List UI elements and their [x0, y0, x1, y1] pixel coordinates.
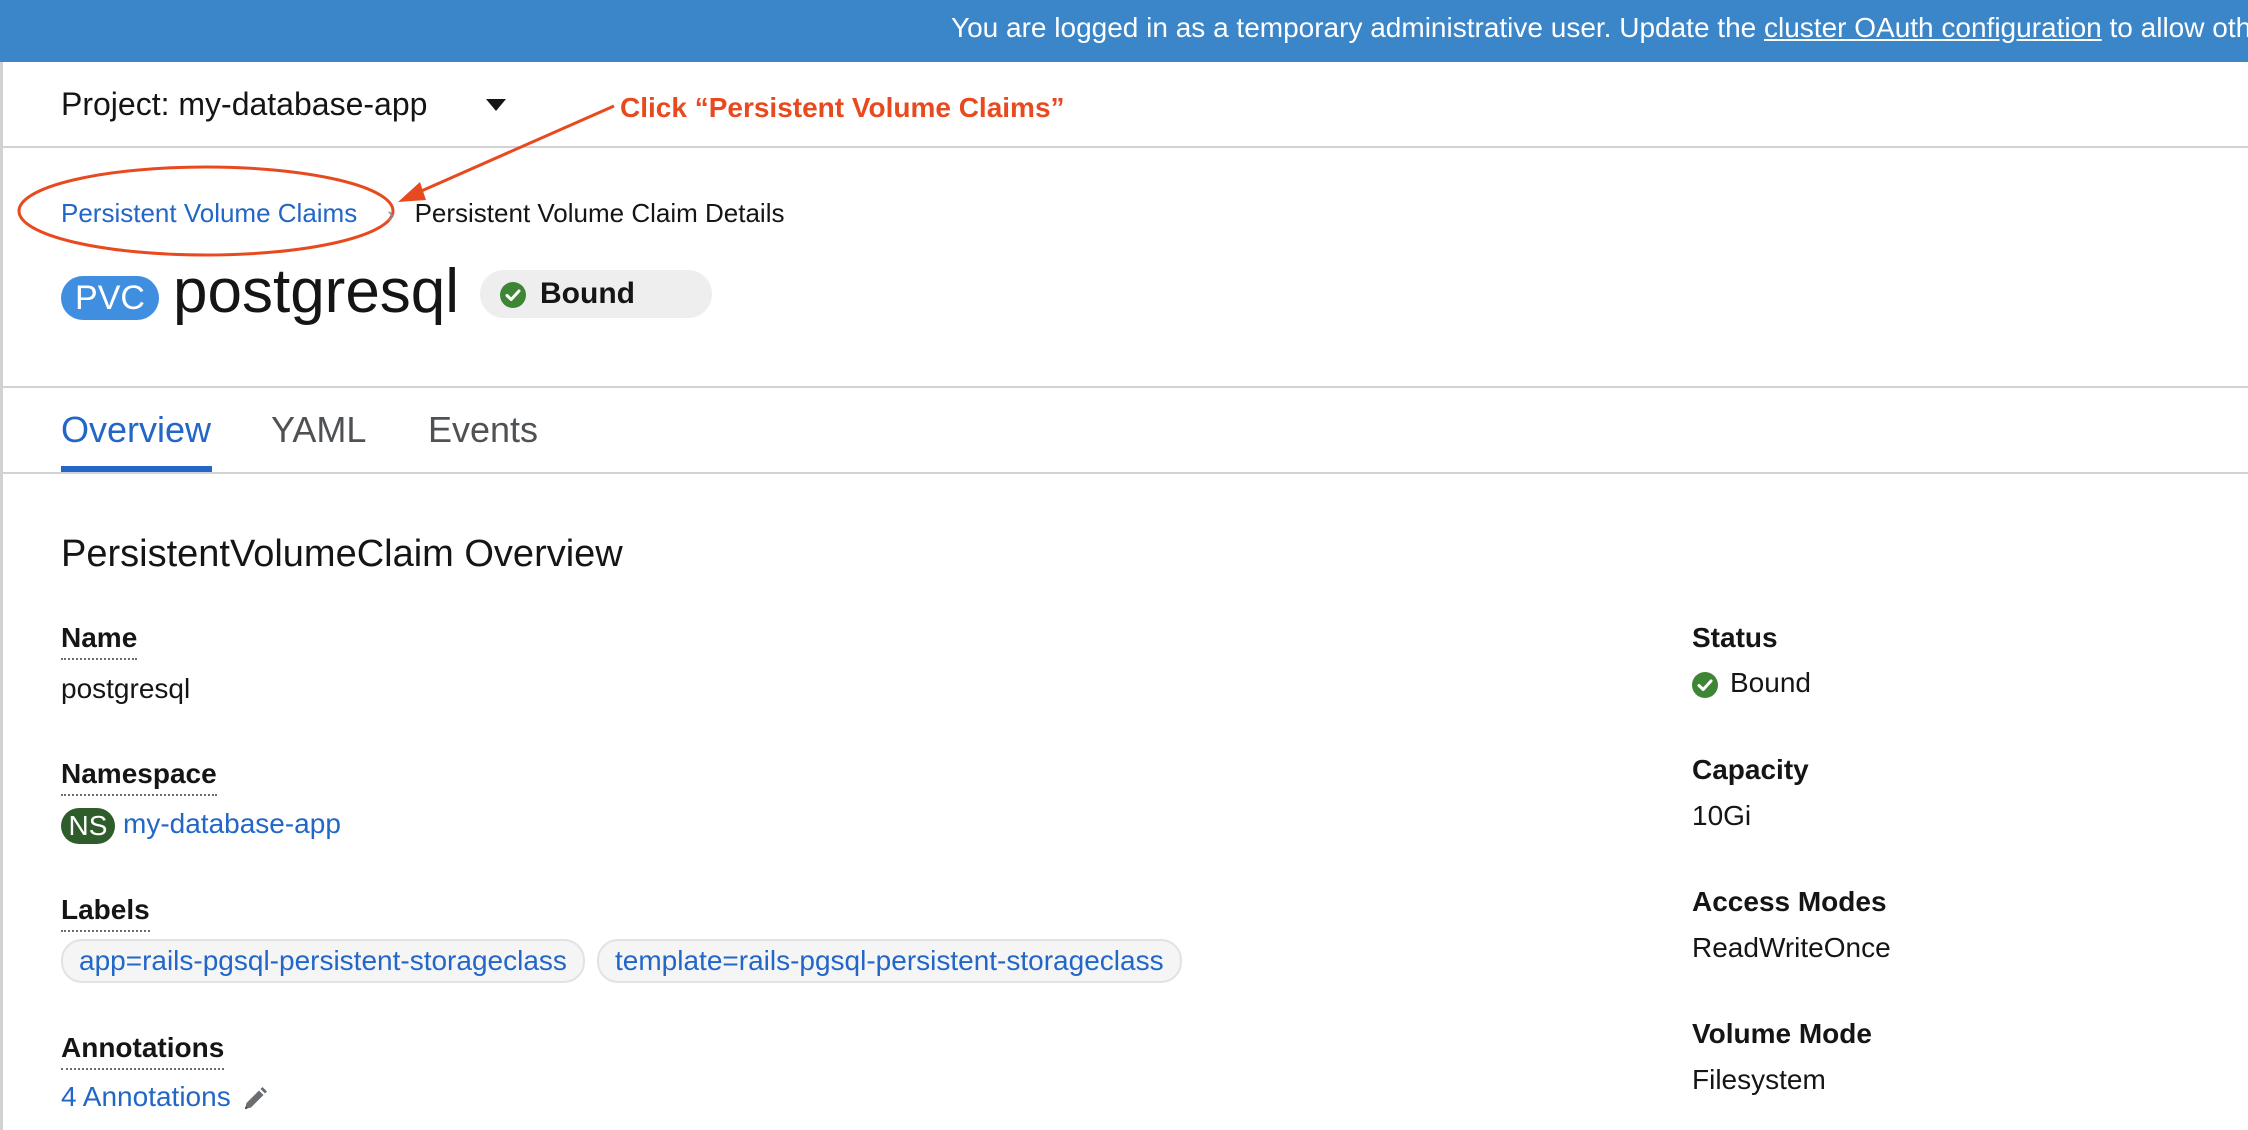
- annotations-value: 4 Annotations: [61, 1078, 269, 1116]
- status-badge: Bound: [480, 270, 712, 318]
- namespace-link[interactable]: my-database-app: [123, 808, 341, 839]
- label-chip[interactable]: template=rails-pgsql-persistent-storagec…: [597, 939, 1182, 983]
- namespace-value: NS my-database-app: [61, 805, 341, 844]
- chevron-right-icon: ›: [387, 202, 395, 227]
- name-label[interactable]: Name: [61, 620, 138, 660]
- status-text: Bound: [1730, 667, 1811, 698]
- tab-events[interactable]: Events: [428, 406, 538, 454]
- labels-label[interactable]: Labels: [61, 892, 150, 932]
- name-value: postgresql: [61, 673, 191, 704]
- project-bar: Project: my-database-app: [3, 62, 2248, 148]
- caret-down-icon[interactable]: [486, 99, 506, 111]
- annotation-callout: Click “Persistent Volume Claims”: [620, 92, 1065, 123]
- annotations-link[interactable]: 4 Annotations: [61, 1081, 231, 1112]
- left-divider: [0, 62, 3, 1130]
- capacity-label: Capacity: [1692, 754, 1809, 785]
- tab-yaml[interactable]: YAML: [271, 406, 366, 454]
- volume-mode-value: Filesystem: [1692, 1064, 1826, 1095]
- banner-text: You are logged in as a temporary adminis…: [951, 0, 2248, 56]
- volume-mode-label: Volume Mode: [1692, 1018, 1872, 1049]
- namespace-label[interactable]: Namespace: [61, 756, 217, 796]
- namespace-badge: NS: [61, 807, 115, 844]
- kind-badge: PVC: [61, 276, 159, 320]
- banner-text-after: to allow oth: [2101, 12, 2248, 43]
- project-selector[interactable]: Project: my-database-app: [61, 82, 427, 126]
- breadcrumb: Persistent Volume Claims › Persistent Volu…: [61, 195, 784, 233]
- status-value: Bound: [1692, 664, 1892, 704]
- page-title: postgresql: [173, 257, 460, 326]
- breadcrumb-persistent-volume-claims[interactable]: Persistent Volume Claims: [61, 198, 357, 228]
- access-modes-label: Access Modes: [1692, 886, 1887, 917]
- annotations-label[interactable]: Annotations: [61, 1030, 225, 1070]
- active-tab-indicator: [61, 466, 212, 472]
- tab-bar: Overview YAML Events: [3, 386, 2248, 474]
- check-circle-icon: [500, 282, 526, 308]
- breadcrumb-current: Persistent Volume Claim Details: [414, 198, 785, 228]
- status-badge-label: Bound: [540, 277, 635, 310]
- access-modes-value: ReadWriteOnce: [1692, 932, 1891, 963]
- tab-overview[interactable]: Overview: [61, 406, 211, 454]
- label-chip[interactable]: app=rails-pgsql-persistent-storageclass: [61, 939, 585, 983]
- banner-text-before: You are logged in as a temporary adminis…: [951, 12, 1764, 43]
- capacity-value: 10Gi: [1692, 800, 1752, 831]
- section-title: PersistentVolumeClaim Overview: [61, 533, 623, 575]
- cluster-oauth-link[interactable]: cluster OAuth configuration: [1764, 12, 2102, 43]
- pencil-icon[interactable]: [241, 1085, 269, 1113]
- admin-banner: You are logged in as a temporary adminis…: [0, 0, 2248, 62]
- status-label: Status: [1692, 622, 1778, 653]
- check-circle-icon: [1692, 672, 1718, 698]
